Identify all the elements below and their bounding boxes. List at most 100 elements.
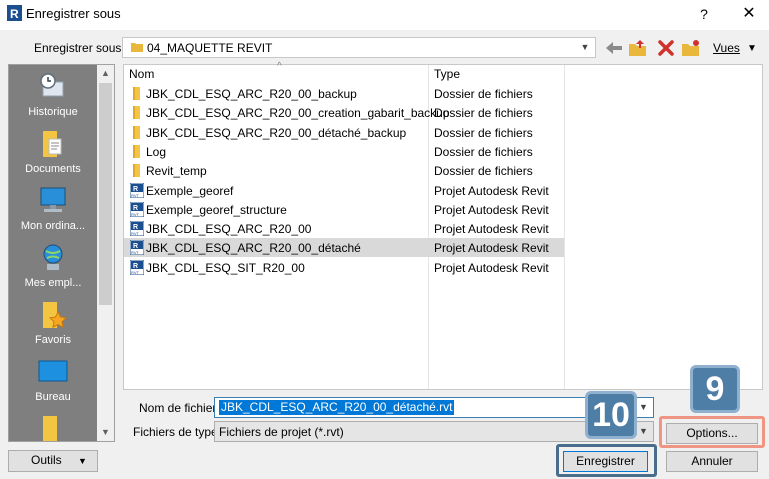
computer-icon — [40, 187, 66, 212]
file-row[interactable]: R RVT Exemple_georef Projet Autodesk Revit — [124, 181, 564, 200]
dialog-title: Enregistrer sous — [26, 6, 121, 21]
file-type: Projet Autodesk Revit — [434, 183, 549, 198]
new-folder-icon[interactable] — [681, 38, 701, 58]
svg-text:RVT: RVT — [131, 231, 139, 236]
column-divider — [564, 65, 565, 389]
svg-text:RVT: RVT — [131, 212, 139, 217]
cancel-button[interactable]: Annuler — [666, 451, 758, 472]
sort-ascending-icon: ^ — [277, 61, 282, 72]
file-row[interactable]: JBK_CDL_ESQ_ARC_R20_00_backup Dossier de … — [124, 84, 564, 103]
file-name: Log — [146, 144, 167, 159]
file-row[interactable]: R RVT JBK_CDL_ESQ_SIT_R20_00 Projet Autodes… — [124, 258, 564, 277]
file-name: Exemple_georef_structure — [146, 202, 287, 217]
chevron-down-icon[interactable]: ▼ — [635, 399, 652, 416]
file-name: JBK_CDL_ESQ_SIT_R20_00 — [146, 260, 305, 275]
places-strip: Historique Documents Mon ordina... Mes e… — [9, 65, 97, 441]
place-history[interactable]: Historique — [9, 69, 97, 126]
scroll-down-icon[interactable]: ▼ — [97, 424, 114, 441]
up-folder-icon[interactable] — [628, 38, 648, 58]
desktop-icon — [38, 360, 68, 382]
history-icon — [40, 73, 64, 97]
revit-file-icon: RRVT — [130, 259, 144, 275]
file-type: Projet Autodesk Revit — [434, 202, 549, 217]
folder-icon — [133, 106, 140, 120]
chevron-down-icon: ▼ — [580, 42, 590, 52]
file-list[interactable]: Nom ^ Type JBK_CDL_ESQ_ARC_R20_00_backup… — [123, 61, 763, 390]
column-name-label: Nom — [129, 67, 155, 81]
scroll-thumb[interactable] — [99, 83, 112, 305]
revit-file-icon: RRVT — [130, 240, 144, 256]
file-name: Revit_temp — [146, 164, 207, 179]
place-favorites[interactable]: Favoris — [9, 297, 97, 354]
save-in-label: Enregistrer sous: — [34, 41, 125, 55]
back-arrow-icon[interactable] — [604, 38, 624, 58]
file-name: Exemple_georef — [146, 183, 234, 198]
file-row[interactable]: Revit_temp Dossier de fichiers — [124, 161, 564, 180]
revit-app-icon: R — [7, 5, 22, 21]
place-more[interactable] — [9, 411, 97, 441]
svg-text:R: R — [10, 7, 19, 21]
save-in-dropdown[interactable]: 04_MAQUETTE REVIT ▼ — [122, 37, 596, 58]
column-header-type[interactable]: Type — [429, 65, 564, 83]
places-bar: Historique Documents Mon ordina... Mes e… — [8, 64, 115, 442]
folder-icon — [133, 87, 140, 100]
svg-text:R: R — [133, 243, 138, 250]
network-icon — [43, 244, 63, 270]
delete-icon[interactable] — [656, 38, 676, 58]
file-type: Dossier de fichiers — [434, 125, 533, 140]
file-type: Dossier de fichiers — [434, 164, 533, 179]
file-row[interactable]: Log Dossier de fichiers — [124, 142, 564, 161]
place-label: Historique — [28, 106, 78, 118]
place-documents[interactable]: Documents — [9, 126, 97, 183]
save-in-value: 04_MAQUETTE REVIT — [147, 41, 273, 55]
file-name: JBK_CDL_ESQ_ARC_R20_00_détaché_backup — [146, 125, 407, 140]
place-network[interactable]: Mes empl... — [9, 240, 97, 297]
filetype-label: Fichiers de type: — [133, 425, 222, 439]
documents-icon — [43, 131, 62, 157]
scroll-up-icon[interactable]: ▲ — [97, 65, 114, 82]
views-dropdown-icon[interactable]: ▼ — [747, 43, 757, 54]
place-computer[interactable]: Mon ordina... — [9, 183, 97, 240]
folder-icon — [133, 125, 140, 139]
svg-text:RVT: RVT — [131, 193, 139, 198]
svg-text:R: R — [133, 205, 138, 212]
chevron-down-icon: ▼ — [639, 426, 648, 436]
file-row[interactable]: R RVT Exemple_georef_structure Projet Autod… — [124, 200, 564, 219]
chevron-down-icon: ▼ — [78, 456, 87, 466]
file-type: Projet Autodesk Revit — [434, 260, 549, 275]
file-row[interactable]: JBK_CDL_ESQ_ARC_R20_00_détaché_backup Dos… — [124, 123, 564, 142]
column-type-label: Type — [434, 67, 461, 81]
svg-text:R: R — [133, 224, 138, 231]
file-row[interactable]: R RVT JBK_CDL_ESQ_ARC_R20_00 Projet Autodes… — [124, 219, 564, 238]
filetype-value: Fichiers de projet (*.rvt) — [219, 425, 344, 439]
places-scrollbar[interactable]: ▲ ▼ — [97, 65, 114, 441]
help-button[interactable]: ? — [690, 3, 718, 25]
place-desktop[interactable]: Bureau — [9, 354, 97, 411]
file-name: JBK_CDL_ESQ_ARC_R20_00_détaché — [146, 241, 361, 256]
file-type: Dossier de fichiers — [434, 144, 533, 159]
file-name: JBK_CDL_ESQ_ARC_R20_00 — [146, 222, 312, 237]
close-button[interactable]: ✕ — [735, 3, 763, 25]
folder-icon — [133, 144, 140, 158]
svg-text:R: R — [133, 263, 138, 270]
folder-icon — [43, 416, 57, 441]
folder-icon — [131, 43, 143, 52]
folder-icon — [133, 164, 140, 178]
favorites-icon — [43, 302, 68, 329]
file-row[interactable]: R RVT JBK_CDL_ESQ_ARC_R20_00_détaché Projet… — [124, 238, 564, 258]
views-menu[interactable]: Vues — [713, 41, 740, 55]
svg-text:R: R — [133, 186, 138, 193]
options-highlight — [659, 416, 765, 448]
save-highlight — [556, 444, 657, 477]
file-row[interactable]: JBK_CDL_ESQ_ARC_R20_00_creation_gabarit_… — [124, 103, 564, 122]
file-name: JBK_CDL_ESQ_ARC_R20_00_creation_gabarit_… — [146, 106, 450, 121]
revit-file-icon: RRVT — [130, 221, 144, 237]
filename-value: JBK_CDL_ESQ_ARC_R20_00_détaché.rvt — [219, 400, 455, 415]
place-label: Favoris — [34, 334, 72, 346]
filename-label: Nom de fichier: — [139, 401, 220, 415]
svg-text:RVT: RVT — [131, 270, 139, 275]
file-type: Projet Autodesk Revit — [434, 241, 549, 256]
step-badge-10: 10 — [585, 391, 637, 439]
revit-file-icon: RRVT — [130, 182, 144, 198]
file-type: Dossier de fichiers — [434, 106, 533, 121]
